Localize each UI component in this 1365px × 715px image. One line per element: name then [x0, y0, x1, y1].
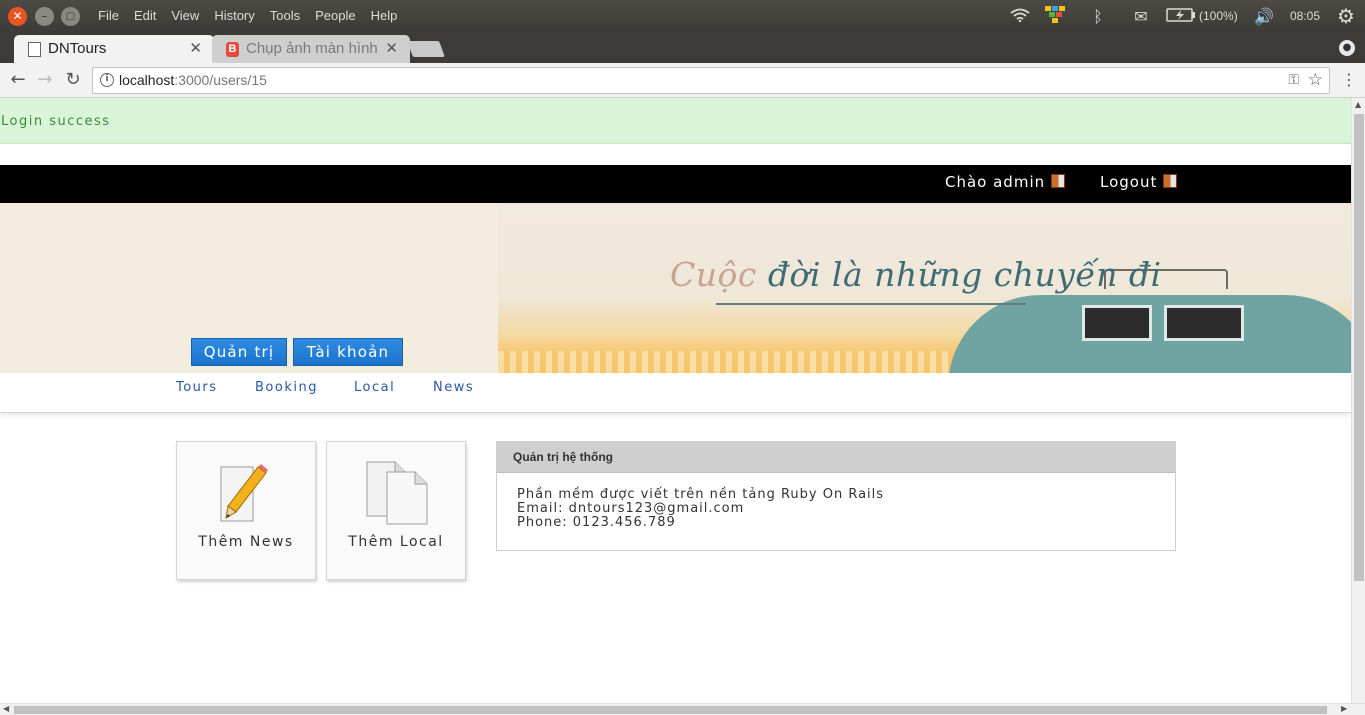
browser-menu-icon[interactable]: ⋮ [1341, 69, 1357, 91]
menu-people[interactable]: People [315, 0, 355, 32]
url-text[interactable]: localhost:3000/users/15 [119, 68, 267, 93]
wifi-icon[interactable] [1007, 7, 1033, 26]
scroll-up-icon[interactable]: ▲ [1355, 100, 1361, 109]
scroll-left-icon[interactable]: ◀ [3, 704, 9, 713]
tile-label: Thêm News [198, 534, 294, 550]
forward-arrow-icon[interactable]: → [34, 69, 56, 91]
menu-tools[interactable]: Tools [270, 0, 300, 32]
add-news-tile[interactable]: Thêm News [176, 441, 316, 580]
tab-close-icon[interactable]: ✕ [189, 35, 202, 63]
vertical-scrollbar[interactable]: ▲ [1351, 98, 1365, 703]
door-icon [1051, 174, 1066, 188]
flash-message: Login success [0, 98, 1351, 144]
horizontal-scrollbar[interactable]: ◀ ▶ [0, 703, 1365, 715]
window-maximize-button[interactable]: □ [61, 7, 80, 26]
pencil-icon [220, 464, 268, 522]
volume-icon[interactable]: 🔊 [1245, 7, 1283, 26]
tile-label: Thêm Local [348, 534, 444, 550]
greeting-text: Chào admin [945, 173, 1046, 191]
scroll-right-icon[interactable]: ▶ [1341, 704, 1347, 713]
browser-toolbar: ← → ↻ i localhost:3000/users/15 ⚿ ☆ ⋮ [0, 63, 1365, 98]
system-tray: ᛒ ✉ (100%) 🔊 08:05 ⚙ [1007, 0, 1365, 32]
horizontal-scroll-thumb[interactable] [14, 706, 1327, 714]
logout-link[interactable]: Logout [1100, 165, 1178, 199]
menu-view[interactable]: View [171, 0, 199, 32]
power-gear-icon[interactable]: ⚙ [1327, 4, 1365, 28]
user-topbar: Chào admin Logout [0, 165, 1351, 203]
back-arrow-icon[interactable]: ← [7, 69, 29, 91]
app-menu-bar: File Edit View History Tools People Help [98, 0, 412, 32]
battery-percent: (100%) [1199, 9, 1238, 23]
os-top-bar: ✕ – □ File Edit View History Tools Peopl… [0, 0, 1365, 32]
app-indicator-icon[interactable] [1033, 5, 1077, 27]
key-icon[interactable]: ⚿ [1288, 72, 1299, 88]
reload-icon[interactable]: ↻ [62, 69, 84, 91]
menu-edit[interactable]: Edit [134, 0, 156, 32]
system-admin-panel: Quản trị hệ thống Phần mềm được viết trê… [496, 441, 1176, 551]
address-bar[interactable]: i localhost:3000/users/15 ⚿ ☆ [92, 67, 1330, 94]
menu-file[interactable]: File [98, 0, 119, 32]
subnav-booking[interactable]: Booking [255, 373, 318, 403]
subnav-news[interactable]: News [433, 373, 474, 403]
new-tab-button[interactable] [407, 41, 445, 57]
page-favicon-icon [28, 42, 41, 57]
add-local-tile[interactable]: Thêm Local [326, 441, 466, 580]
tagline-rest: đời là những chuyến đi [756, 255, 1162, 294]
tagline-accent: Cuộc [670, 255, 757, 294]
window-close-button[interactable]: ✕ [8, 7, 27, 26]
info-icon[interactable]: i [100, 73, 114, 87]
tab-title: Chụp ảnh màn hình [246, 40, 378, 57]
menu-history[interactable]: History [214, 0, 254, 32]
subnav-local[interactable]: Local [354, 373, 395, 403]
vertical-scroll-thumb[interactable] [1354, 114, 1364, 581]
browser-tab-strip: DNTours ✕ B Chụp ảnh màn hình ✕ ● [0, 32, 1365, 63]
tab-dntours[interactable]: DNTours ✕ [14, 35, 214, 63]
menu-help[interactable]: Help [371, 0, 398, 32]
battery-icon[interactable] [1163, 7, 1199, 26]
tagline-underline [716, 303, 1026, 305]
panel-line-email: Email: dntours123@gmail.com [517, 501, 745, 516]
clock[interactable]: 08:05 [1283, 9, 1327, 23]
tab-screenshot[interactable]: B Chụp ảnh màn hình ✕ [212, 35, 410, 63]
bluetooth-icon[interactable]: ᛒ [1077, 7, 1119, 26]
greeting-link[interactable]: Chào admin [945, 165, 1066, 199]
profile-icon[interactable]: ● [1339, 40, 1355, 56]
panel-line-phone: Phone: 0123.456.789 [517, 515, 676, 530]
tab-admin[interactable]: Quản trị [191, 338, 287, 366]
window-minimize-button[interactable]: – [35, 7, 54, 26]
car-window [1164, 305, 1244, 341]
tab-close-icon[interactable]: ✕ [385, 35, 398, 63]
panel-line-software: Phần mềm được viết trên nền tảng Ruby On… [517, 487, 885, 502]
panel-title: Quản trị hệ thống [497, 442, 1175, 473]
url-host: localhost [119, 72, 175, 88]
mail-icon[interactable]: ✉ [1119, 7, 1163, 26]
car-window [1082, 305, 1152, 341]
blogger-favicon-icon: B [226, 42, 239, 57]
logout-text: Logout [1100, 173, 1158, 191]
tab-title: DNTours [48, 40, 107, 57]
page-viewport: Login success Chào admin Logout Cuộc đời… [0, 98, 1351, 703]
tab-account[interactable]: Tài khoản [293, 338, 403, 366]
bookmark-star-icon[interactable]: ☆ [1308, 70, 1323, 90]
door-icon [1163, 174, 1178, 188]
documents-icon [366, 461, 428, 525]
panel-body: Phần mềm được viết trên nền tảng Ruby On… [497, 473, 1175, 545]
sub-navigation: Tours Booking Local News [0, 373, 1351, 413]
subnav-tours[interactable]: Tours [176, 373, 218, 403]
banner-tagline: Cuộc đời là những chuyến đi [670, 255, 1162, 294]
url-path: :3000/users/15 [174, 72, 267, 88]
